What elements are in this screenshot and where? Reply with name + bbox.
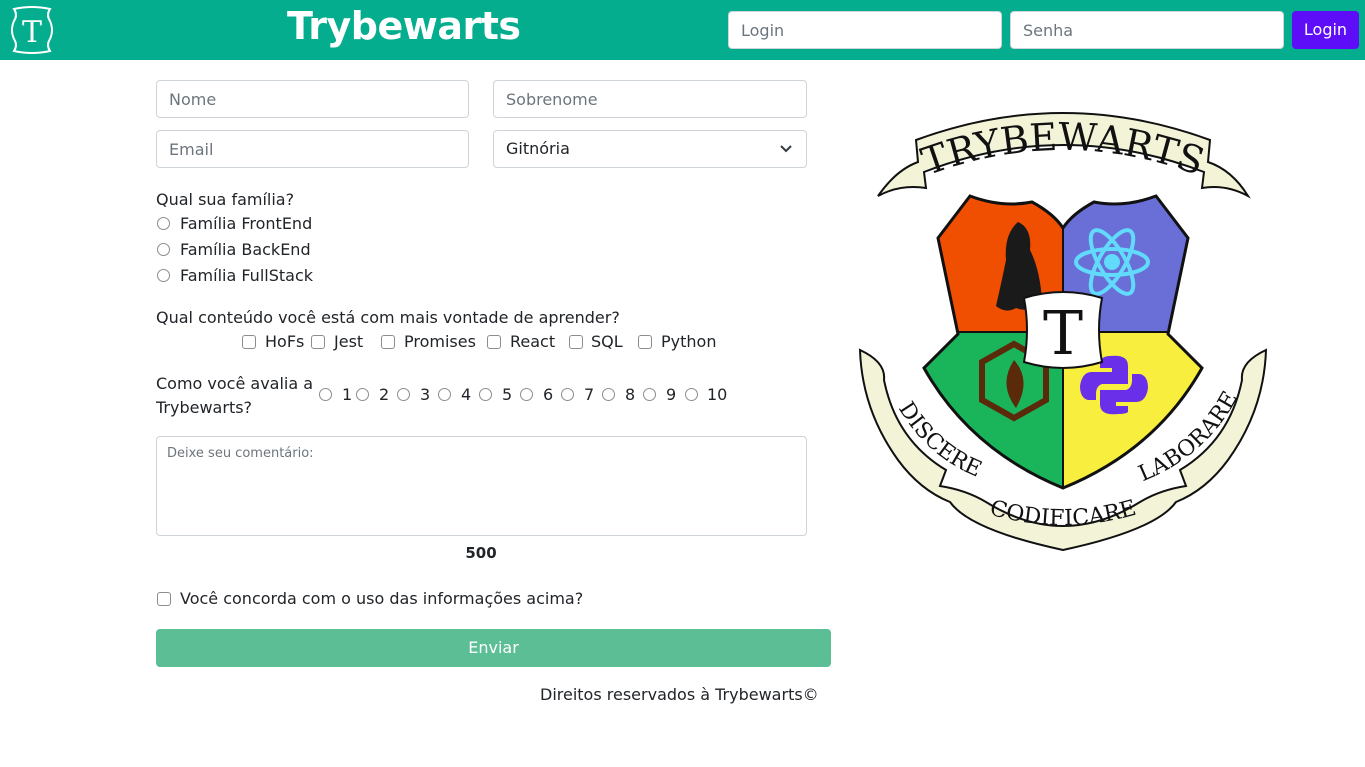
rate-radio-2[interactable] (356, 388, 369, 401)
rate-label-2: 2 (379, 385, 390, 404)
house-select[interactable]: Gitnória (493, 130, 807, 168)
rate-label-10: 10 (707, 385, 728, 404)
content-label-hofs: HoFs (265, 332, 305, 351)
family-radio-backend[interactable] (157, 243, 170, 256)
content-question: Qual conteúdo você está com mais vontade… (156, 308, 620, 327)
family-label-frontend: Família FrontEnd (180, 214, 313, 233)
rate-radio-8[interactable] (602, 388, 615, 401)
rate-radio-6[interactable] (520, 388, 533, 401)
content-label-promises: Promises (404, 332, 476, 351)
rate-radio-7[interactable] (561, 388, 574, 401)
login-input[interactable] (728, 11, 1002, 49)
comment-textarea[interactable] (156, 436, 807, 536)
content-checkbox-sql[interactable] (569, 335, 583, 349)
trybewarts-logo-icon: T (11, 6, 53, 54)
header: T Trybewarts Login (0, 0, 1365, 60)
rate-question-line2: Trybewarts? (156, 398, 253, 417)
content-checkbox-hofs[interactable] (242, 335, 256, 349)
rate-radio-1[interactable] (319, 388, 332, 401)
submit-button[interactable]: Enviar (156, 629, 831, 667)
password-input[interactable] (1010, 11, 1284, 49)
family-label-backend: Família BackEnd (180, 240, 311, 259)
rate-label-3: 3 (420, 385, 431, 404)
logo-letter: T (22, 15, 42, 50)
content-checkbox-react[interactable] (487, 335, 501, 349)
rate-radio-3[interactable] (397, 388, 410, 401)
rate-radio-9[interactable] (643, 388, 656, 401)
content-label-jest: Jest (334, 332, 364, 351)
rate-label-6: 6 (543, 385, 554, 404)
agreement-label: Você concorda com o uso das informações … (180, 589, 584, 608)
rate-label-8: 8 (625, 385, 636, 404)
rate-label-9: 9 (666, 385, 677, 404)
rate-radio-10[interactable] (685, 388, 698, 401)
family-radio-frontend[interactable] (157, 217, 170, 230)
content-label-react: React (510, 332, 556, 351)
family-label-fullstack: Família FullStack (180, 266, 314, 285)
rate-label-5: 5 (502, 385, 513, 404)
email-input[interactable] (156, 130, 469, 168)
crest-center-letter: T (1043, 299, 1083, 369)
login-button[interactable]: Login (1292, 11, 1359, 49)
sobrenome-input[interactable] (493, 80, 807, 118)
nome-input[interactable] (156, 80, 469, 118)
rate-question-line1: Como você avalia a (156, 374, 314, 393)
content-label-python: Python (661, 332, 717, 351)
house-select-value: Gitnória (506, 139, 570, 158)
trybewarts-crest-image: TRYBEWARTS DISCERE CODIFICARE LABORARE T (858, 112, 1268, 552)
family-question: Qual sua família? (156, 190, 295, 209)
rate-label-1: 1 (342, 385, 353, 404)
footer-text: Direitos reservados à Trybewarts© (540, 685, 819, 704)
content-checkbox-jest[interactable] (311, 335, 325, 349)
rate-label-7: 7 (584, 385, 595, 404)
family-radio-fullstack[interactable] (157, 269, 170, 282)
rate-radio-4[interactable] (438, 388, 451, 401)
character-counter: 500 (465, 544, 497, 562)
crest-top-banner-text: TRYBEWARTS (916, 115, 1210, 184)
chevron-down-icon (780, 145, 792, 153)
rate-label-4: 4 (461, 385, 472, 404)
page-title: Trybewarts (287, 4, 521, 48)
agreement-checkbox[interactable] (157, 592, 171, 606)
rate-radio-5[interactable] (479, 388, 492, 401)
content-checkbox-python[interactable] (638, 335, 652, 349)
content-label-sql: SQL (591, 332, 623, 351)
content-checkbox-promises[interactable] (381, 335, 395, 349)
